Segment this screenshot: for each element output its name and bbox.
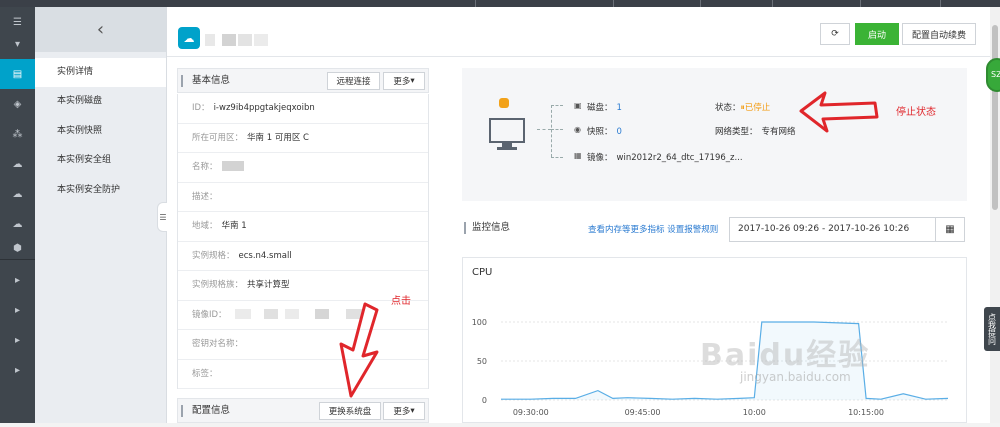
user-badge[interactable]: SZ <box>986 58 1000 92</box>
annotation-stop-status: 停止状态 <box>896 107 936 118</box>
annotation-click: 点击 <box>391 296 411 307</box>
y-tick-label: 0 <box>482 396 487 405</box>
basic-info-title: 基本信息 <box>180 69 230 93</box>
caret-down-icon: ▾ <box>410 406 415 416</box>
calendar-icon: ▦ <box>945 224 955 235</box>
back-button[interactable]: ‹ <box>35 7 166 52</box>
subnav-item-disks[interactable]: 本实例磁盘 <box>35 87 166 116</box>
instance-header: ☁ ⟳ 启动 配置自动续费 <box>167 7 990 57</box>
chevron-right-icon[interactable]: ▸ <box>0 355 35 385</box>
more-metrics-link[interactable]: 查看内存等更多指标 <box>588 225 665 235</box>
caret-down-icon: ▾ <box>410 76 415 86</box>
config-info-header: 配置信息 更换系统盘 更多 ▾ <box>177 398 429 423</box>
start-button[interactable]: 启动 <box>855 23 899 45</box>
calendar-button[interactable]: ▦ <box>935 217 965 242</box>
x-tick-label: 10:15:00 <box>848 408 884 417</box>
scrollbar-thumb[interactable] <box>992 25 998 210</box>
summary-snapshot: 快照： 0 <box>587 127 622 137</box>
ask-question-tab[interactable]: 点我提问 <box>984 307 1000 351</box>
basic-info-list: ID： i-wz9ib4ppgtakjeqxoibn 所在可用区： 华南 1 可用区… <box>177 94 429 389</box>
info-row-zone: 所在可用区： 华南 1 可用区 C <box>178 124 428 153</box>
info-row-description: 描述： <box>178 183 428 212</box>
x-tick-label: 10:00 <box>743 408 766 417</box>
chevron-right-icon[interactable]: ▸ <box>0 295 35 325</box>
instance-name-blurred <box>205 34 215 46</box>
summary-status: 状态：⏸已停止 <box>715 103 771 113</box>
more-dropdown[interactable]: 更多 ▾ <box>383 72 425 90</box>
basic-info-header: 基本信息 远程连接 更多 ▾ <box>177 68 429 93</box>
image-icon: ▦ <box>574 151 582 160</box>
x-tick-label: 09:45:00 <box>625 408 661 417</box>
shield-icon <box>499 98 509 108</box>
more-dropdown[interactable]: 更多 ▾ <box>383 402 425 420</box>
summary-image: 镜像： win2012r2_64_dtc_17196_z... <box>587 153 743 163</box>
refresh-button[interactable]: ⟳ <box>820 23 850 45</box>
disk-icon: ▣ <box>574 101 582 110</box>
info-row-name: 名称： <box>178 153 428 183</box>
instance-subnav: ‹ 实例详情 本实例磁盘 本实例快照 本实例安全组 本实例安全防护 <box>35 7 167 423</box>
status-badge: 已停止 <box>744 103 771 113</box>
x-tick-label: 09:30:00 <box>513 408 549 417</box>
instance-cloud-icon: ☁ <box>178 27 200 49</box>
info-row-keypair: 密钥对名称： <box>178 330 428 360</box>
y-tick-label: 50 <box>477 357 487 366</box>
info-row-spec: 实例规格： ecs.n4.small <box>178 242 428 271</box>
top-bar <box>0 0 1000 7</box>
annotation-arrow-down <box>339 302 379 398</box>
info-row-tags: 标签： <box>178 360 428 389</box>
watermark-url: jingyan.baidu.com <box>740 370 851 384</box>
date-range-input[interactable]: 2017-10-26 09:26 - 2017-10-26 10:26 <box>729 217 936 242</box>
refresh-icon: ⟳ <box>831 29 839 39</box>
snapshot-icon: ◉ <box>574 125 581 134</box>
chart-title: CPU <box>472 267 492 278</box>
monitor-title: 监控信息 <box>464 222 510 234</box>
icon-sidebar: ☰ ▾ ▤ ◈ ⁂ ☁ ☁ ☁ ⬢ ▸ ▸ ▸ ▸ <box>0 7 35 423</box>
summary-network: 网络类型： 专有网络 <box>715 127 796 137</box>
ecs-icon[interactable]: ▤ <box>0 59 35 89</box>
chevron-left-icon: ‹ <box>96 19 105 40</box>
subnav-item-snapshots[interactable]: 本实例快照 <box>35 117 166 146</box>
list-icon: ☰ <box>159 212 167 222</box>
info-row-id: ID： i-wz9ib4ppgtakjeqxoibn <box>178 94 428 124</box>
chevron-right-icon[interactable]: ▸ <box>0 325 35 355</box>
watermark: Baidu经验 <box>700 338 871 373</box>
network-icon[interactable]: ⁂ <box>0 119 35 149</box>
cloud-sync-icon[interactable]: ☁ <box>0 179 35 209</box>
subnav-item-security-protection[interactable]: 本实例安全防护 <box>35 176 166 205</box>
caret-down-icon[interactable]: ▾ <box>0 29 35 59</box>
remote-connect-button[interactable]: 远程连接 <box>327 72 380 90</box>
auto-renew-button[interactable]: 配置自动续费 <box>902 23 976 45</box>
annotation-arrow-left <box>799 91 879 133</box>
disk-count-link[interactable]: 1 <box>617 103 622 113</box>
change-system-disk-button[interactable]: 更换系统盘 <box>319 402 381 420</box>
cloud-icon[interactable]: ☁ <box>0 149 35 179</box>
snapshot-count-link[interactable]: 0 <box>617 127 622 137</box>
monitor-links: 查看内存等更多指标 设置报警规则 <box>588 223 718 235</box>
alarm-rules-link[interactable]: 设置报警规则 <box>667 225 718 235</box>
info-row-region: 地域： 华南 1 <box>178 212 428 242</box>
monitor-icon <box>489 118 525 150</box>
subnav-item-details[interactable]: 实例详情 <box>35 58 166 87</box>
chevron-right-icon[interactable]: ▸ <box>0 265 35 295</box>
config-info-title: 配置信息 <box>180 399 230 423</box>
y-tick-label: 100 <box>472 318 487 327</box>
summary-disk: 磁盘： 1 <box>587 103 622 113</box>
disk-icon[interactable]: ◈ <box>0 89 35 119</box>
subnav-item-security-group[interactable]: 本实例安全组 <box>35 146 166 175</box>
